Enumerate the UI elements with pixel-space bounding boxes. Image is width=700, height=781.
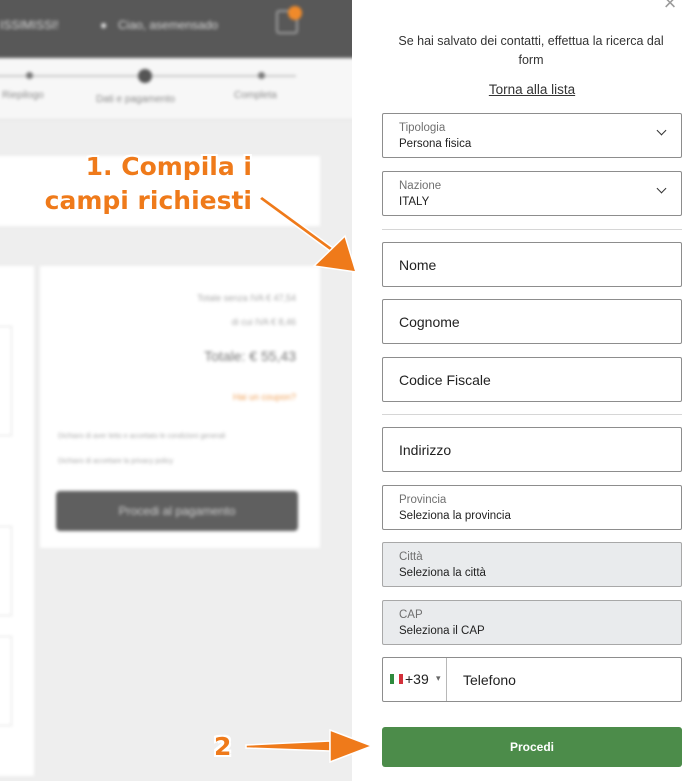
bg-checkbox-text-2: Dichiaro di accettare la privacy policy [58, 458, 174, 465]
phone-field: +39 ▾ Telefono [382, 657, 682, 702]
tipologia-value: Persona fisica [399, 138, 472, 150]
step-label-3: Completa [234, 90, 277, 101]
cap-select: CAP Seleziona il CAP [382, 600, 682, 645]
cognome-input[interactable]: Cognome [382, 299, 682, 344]
intro-text: Se hai salvato dei contatti, effettua la… [398, 34, 664, 67]
user-icon: ● [100, 18, 108, 32]
chevron-down-icon [656, 125, 667, 136]
tipologia-label: Tipologia [399, 122, 446, 134]
codice-fiscale-input[interactable]: Codice Fiscale [382, 357, 682, 402]
background-blur: ISSIMISSI! ● Ciao, asemensado Riepilogo … [0, 0, 352, 781]
step-dot-3 [258, 72, 265, 79]
indirizzo-placeholder: Indirizzo [399, 442, 452, 458]
codice-fiscale-placeholder: Codice Fiscale [399, 372, 491, 388]
divider [382, 229, 682, 230]
phone-input[interactable]: Telefono [463, 672, 516, 688]
nazione-select[interactable]: Nazione ITALY [382, 171, 682, 216]
bg-header: ISSIMISSI! ● Ciao, asemensado [0, 0, 352, 58]
cap-value: Seleziona il CAP [399, 625, 485, 637]
cart-badge [288, 6, 302, 20]
step-dot-1 [26, 72, 33, 79]
background-page: ISSIMISSI! ● Ciao, asemensado Riepilogo … [0, 0, 352, 781]
bg-summary-line-2: di cui IVA € 8,46 [231, 317, 296, 327]
bg-summary-total: Totale: € 55,43 [204, 348, 296, 364]
cap-label: CAP [399, 609, 423, 621]
bg-header-brand: ISSIMISSI! [0, 18, 59, 32]
nome-input[interactable]: Nome [382, 242, 682, 287]
annotation-step-2: 2 [214, 732, 232, 761]
annotation-step-1-line-1: 1. Compila i [85, 152, 252, 181]
back-to-list-link[interactable]: Torna alla lista [352, 82, 700, 97]
divider [382, 414, 682, 415]
bg-checkout-steps: Riepilogo Dati e pagamento Completa [0, 58, 352, 120]
citta-select: Città Seleziona la città [382, 542, 682, 587]
step-label-1: Riepilogo [2, 90, 44, 101]
phone-prefix-code: +39 [405, 671, 429, 687]
nazione-value: ITALY [399, 196, 430, 208]
contact-form-panel: × Se hai salvato dei contatti, effettua … [352, 0, 700, 781]
italy-flag-icon [390, 674, 403, 684]
annotation-step-1: 1. Compila i campi richiesti [22, 150, 252, 218]
indirizzo-input[interactable]: Indirizzo [382, 427, 682, 472]
chevron-down-icon [656, 183, 667, 194]
proceed-button[interactable]: Procedi [382, 727, 682, 767]
nazione-label: Nazione [399, 180, 442, 192]
step-dot-2 [138, 69, 152, 83]
phone-prefix-select[interactable]: +39 ▾ [383, 658, 447, 701]
annotation-step-1-line-2: campi richiesti [44, 186, 252, 215]
bg-header-user: Ciao, asemensado [118, 18, 219, 32]
bg-coupon-link: Hai un coupon? [232, 392, 296, 402]
citta-label: Città [399, 551, 423, 563]
bg-card-left [0, 266, 34, 776]
nome-placeholder: Nome [399, 257, 437, 273]
caret-down-icon: ▾ [436, 673, 441, 683]
close-icon[interactable]: × [660, 0, 680, 14]
bg-summary-line-1: Totale senza IVA € 47,54 [197, 293, 296, 303]
step-label-2: Dati e pagamento [96, 94, 175, 105]
bg-pay-button: Procedi al pagamento [56, 491, 298, 531]
tipologia-select[interactable]: Tipologia Persona fisica [382, 113, 682, 158]
cognome-placeholder: Cognome [399, 314, 460, 330]
citta-value: Seleziona la città [399, 567, 486, 579]
provincia-value: Seleziona la provincia [399, 510, 511, 522]
bg-checkbox-text-1: Dichiaro di aver letto e accettato le co… [58, 433, 226, 440]
provincia-label: Provincia [399, 494, 447, 506]
provincia-select[interactable]: Provincia Seleziona la provincia [382, 485, 682, 530]
